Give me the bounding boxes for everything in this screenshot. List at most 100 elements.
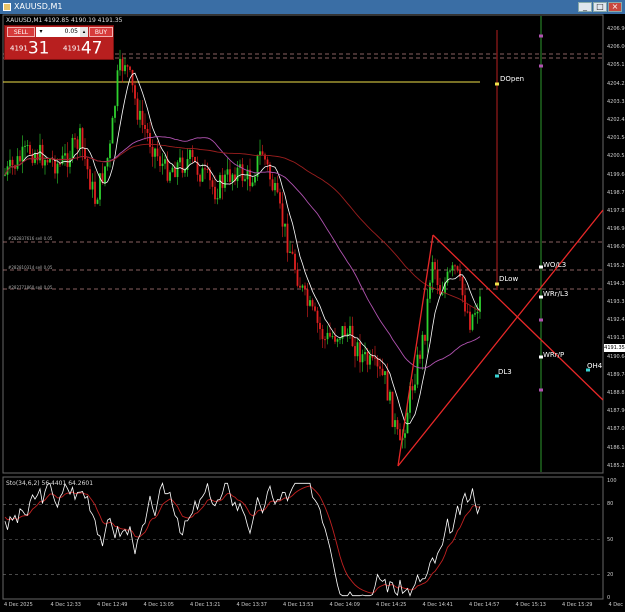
candle-body	[59, 163, 61, 165]
candle-body	[259, 151, 261, 156]
candle-body	[396, 420, 399, 430]
candle-body	[126, 65, 129, 67]
order-label[interactable]: #282771860 sell 0.05	[8, 285, 52, 290]
candle-body	[169, 172, 171, 181]
candle-body	[271, 179, 274, 191]
level-marker	[539, 34, 543, 38]
minimize-button[interactable]: _	[578, 2, 592, 12]
price-tick-label: 4204.22	[607, 80, 625, 87]
level-marker	[539, 64, 543, 68]
lot-dropdown-icon[interactable]: ▾	[36, 27, 46, 37]
candle-body	[461, 276, 464, 296]
candle-body	[399, 429, 401, 441]
price-tick-label: 4194.30	[607, 280, 625, 287]
time-tick-label: 4 Dec 14:41	[422, 602, 453, 608]
level-marker	[539, 388, 543, 392]
candle-body	[54, 159, 56, 174]
candle-body	[49, 158, 51, 163]
candle-body	[439, 285, 441, 295]
price-tick-label: 4202.43	[607, 117, 625, 123]
time-tick-label: 4 Dec 15:13	[515, 602, 546, 608]
candle-body	[199, 174, 201, 182]
symbol-info: XAUUSD,M1 4192.85 4190.19 4191.35	[6, 17, 123, 24]
candle-body	[284, 223, 286, 227]
candle-body	[106, 158, 109, 167]
candle-body	[449, 270, 451, 272]
time-tick-label: 4 Dec 14:57	[469, 602, 500, 608]
candle-body	[46, 159, 49, 163]
time-tick-label: 4 Dec 14:09	[329, 602, 360, 608]
price-tick-label: 4197.87	[607, 208, 625, 214]
level-label-dl3: DL3	[498, 368, 512, 376]
candle-body	[74, 137, 76, 140]
window-titlebar: XAUUSD,M1 _ □ ×	[0, 0, 625, 14]
level-label-dopen: DOpen	[500, 75, 525, 83]
maximize-button[interactable]: □	[593, 2, 607, 12]
candle-body	[104, 166, 106, 183]
candle-body	[319, 322, 321, 330]
candle-body	[436, 269, 439, 286]
candle-body	[76, 139, 79, 149]
price-tick-label: 4188.85	[607, 390, 625, 396]
candle-body	[411, 386, 414, 391]
candle-body	[164, 159, 166, 164]
price-tick-label: 4191.35	[607, 335, 625, 342]
candle-body	[21, 146, 24, 162]
sell-price[interactable]: 419131	[10, 38, 49, 60]
candle-body	[116, 70, 119, 107]
candle-body	[64, 153, 66, 156]
candle-body	[19, 156, 21, 162]
current-price-tag: 4191.35	[604, 344, 625, 352]
candle-body	[456, 266, 459, 271]
candle-body	[311, 300, 314, 307]
candle-body	[66, 153, 69, 167]
lot-size-input[interactable]: 0.05	[46, 27, 80, 37]
candle-body	[154, 148, 156, 157]
candle-body	[424, 334, 426, 341]
buy-button[interactable]: BUY	[89, 27, 113, 37]
time-tick-label: 4 Dec 13:37	[236, 602, 267, 608]
lot-stepper-icon[interactable]: ▴	[80, 27, 88, 37]
candle-body	[356, 342, 359, 357]
candle-body	[369, 355, 371, 365]
candle-body	[56, 163, 59, 174]
buy-price[interactable]: 419147	[63, 38, 102, 60]
time-tick-label: 4 Dec 14:25	[376, 602, 407, 608]
price-tick-label: 4195.20	[607, 262, 625, 269]
candle-body	[244, 179, 246, 181]
oscillator-tick-label: 20	[607, 571, 614, 578]
level-label-wrl3: WRr/L3	[543, 290, 569, 298]
candle-body	[4, 174, 6, 176]
candle-body	[306, 289, 309, 306]
order-label[interactable]: #282810314 sell 0.05	[8, 265, 52, 270]
candle-body	[281, 203, 284, 227]
candle-body	[221, 175, 224, 188]
price-tick-label: 4185.28	[607, 462, 625, 469]
candle-body	[229, 169, 231, 182]
price-chart[interactable]	[0, 14, 625, 612]
candle-body	[266, 159, 269, 165]
close-button[interactable]: ×	[608, 2, 622, 12]
oscillator-tick-label: 100	[607, 478, 617, 484]
candle-body	[304, 285, 306, 290]
candle-body	[276, 183, 279, 193]
candle-body	[451, 265, 454, 271]
candle-body	[94, 181, 96, 204]
candle-body	[211, 180, 214, 187]
price-tick-label: 4206.90	[607, 26, 625, 32]
order-label[interactable]: #282837616 sell 0.05	[8, 236, 52, 241]
price-tick-label: 4198.77	[607, 189, 625, 196]
candle-body	[24, 145, 26, 147]
candle-body	[374, 357, 376, 359]
candle-body	[464, 295, 466, 312]
sell-button[interactable]: SELL	[7, 27, 35, 37]
candle-body	[289, 251, 291, 253]
candle-body	[131, 69, 134, 86]
candle-body	[84, 148, 86, 159]
candle-body	[44, 159, 46, 166]
candle-body	[389, 391, 391, 401]
price-tick-label: 4189.74	[607, 371, 625, 378]
candle-body	[174, 167, 176, 178]
candle-body	[121, 58, 124, 72]
candle-body	[16, 156, 19, 169]
